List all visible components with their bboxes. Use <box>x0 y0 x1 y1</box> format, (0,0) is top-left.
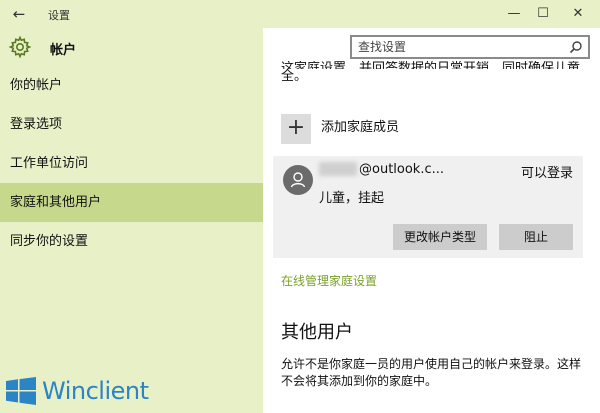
window-title: 设置 <box>48 9 70 22</box>
minimize-button[interactable]: — <box>502 2 526 26</box>
family-intro-text: 这家庭设置，并回答数据的日常开销，同时确保儿童们的安 全。 <box>281 61 586 85</box>
search-icon[interactable] <box>569 40 583 54</box>
family-intro-line-1: 这家庭设置，并回答数据的日常开销，同时确保儿童们的安 <box>281 61 581 69</box>
sidebar-item-work-access[interactable]: 工作单位访问 <box>0 144 263 183</box>
add-family-member-label[interactable]: 添加家庭成员 <box>321 116 399 135</box>
manage-family-online-link[interactable]: 在线管理家庭设置 <box>281 272 377 289</box>
block-button[interactable]: 阻止 <box>499 224 573 250</box>
change-account-type-button[interactable]: 更改帐户类型 <box>393 224 487 250</box>
user-icon <box>290 172 306 188</box>
windows-logo-icon <box>6 377 36 405</box>
close-button[interactable]: ✕ <box>566 2 590 26</box>
other-users-heading: 其他用户 <box>281 322 353 343</box>
back-arrow-icon[interactable]: ← <box>8 3 30 25</box>
family-member-card[interactable]: @outlook.c... 可以登录 儿童，挂起 更改帐户类型 阻止 <box>273 156 583 258</box>
avatar <box>283 165 313 195</box>
gear-icon <box>8 35 32 59</box>
member-email: @outlook.c... <box>359 162 445 177</box>
plus-icon[interactable]: + <box>281 114 311 144</box>
maximize-button[interactable]: ☐ <box>531 2 555 26</box>
search-input[interactable] <box>358 39 558 55</box>
sidebar-item-sync-settings[interactable]: 同步你的设置 <box>0 222 263 261</box>
member-role: 儿童，挂起 <box>319 191 385 206</box>
search-box[interactable] <box>350 35 590 59</box>
sidebar: 帐户 你的帐户 登录选项 工作单位访问 家庭和其他用户 同步你的设置 <box>0 28 263 413</box>
member-status: 可以登录 <box>520 166 573 181</box>
other-users-description: 允许不是你家庭一员的用户使用自己的帐户来登录。这样不会将其添加到你的家庭中。 <box>281 357 582 388</box>
main-content: 这家庭设置，并回答数据的日常开销，同时确保儿童们的安 全。 + 添加家庭成员 @… <box>263 28 600 413</box>
sidebar-item-sign-in-options[interactable]: 登录选项 <box>0 105 263 144</box>
watermark-brand: Winclient <box>42 377 149 405</box>
email-redaction <box>319 162 357 176</box>
app-header: 帐户 <box>0 28 263 66</box>
family-intro-line-2: 全。 <box>281 69 308 84</box>
page-title: 帐户 <box>50 43 77 58</box>
sidebar-item-family-other-users[interactable]: 家庭和其他用户 <box>0 183 263 222</box>
add-family-member[interactable]: + 添加家庭成员 <box>281 114 581 146</box>
sidebar-item-your-account[interactable]: 你的帐户 <box>0 66 263 105</box>
title-bar: ← 设置 — ☐ ✕ <box>0 0 600 28</box>
